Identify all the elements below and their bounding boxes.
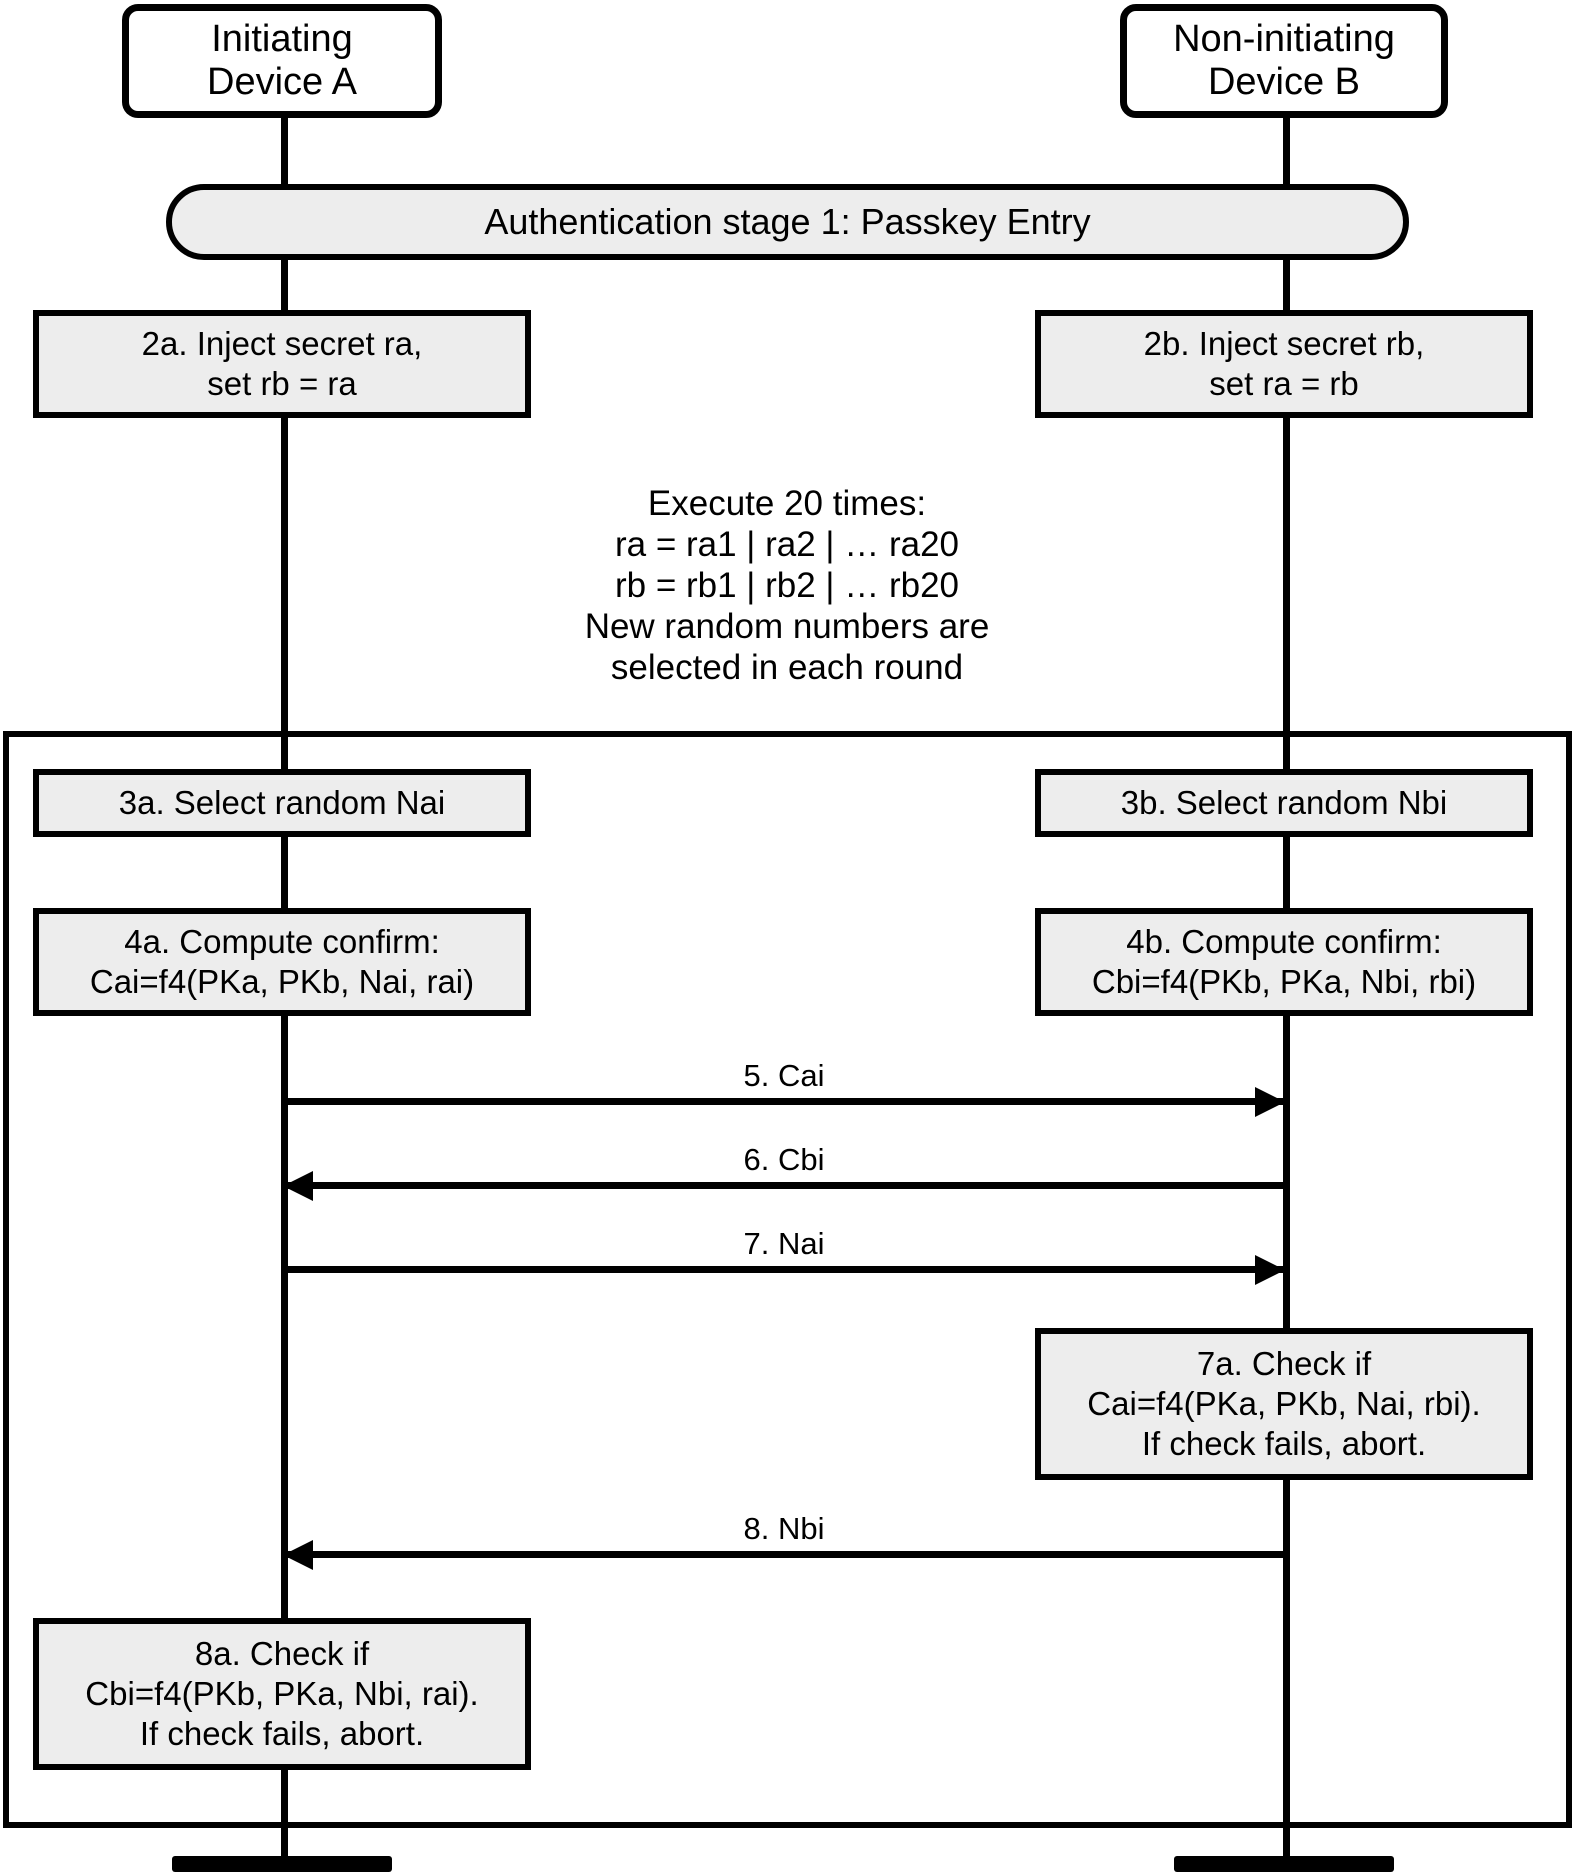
step-4b-compute-confirm-box[interactable]: 4b. Compute confirm: Cbi=f4(PKb, PKa, Nb… — [1035, 908, 1533, 1016]
step-4a-line2: Cai=f4(PKa, PKb, Nai, rai) — [89, 963, 475, 1000]
loop-note-line-5: selected in each round — [610, 647, 964, 687]
message-7-label: 7. Nai — [743, 1226, 825, 1261]
actor-device-a-line1: Initiating — [211, 18, 353, 61]
message-6-cbi[interactable]: 6. Cbi — [283, 1142, 1284, 1201]
actor-header-device-b[interactable]: Non-initiating Device B — [1120, 4, 1448, 118]
step-2b-line2: set ra = rb — [1209, 365, 1359, 402]
message-6-label: 6. Cbi — [743, 1142, 825, 1177]
actor-device-b-line1: Non-initiating — [1173, 18, 1395, 61]
step-4b-line2: Cbi=f4(PKb, PKa, Nbi, rbi) — [1091, 963, 1477, 1000]
step-2a-inject-secret-box[interactable]: 2a. Inject secret ra, set rb = ra — [33, 310, 531, 418]
step-8a-line3: If check fails, abort. — [139, 1715, 425, 1753]
authentication-stage-banner[interactable]: Authentication stage 1: Passkey Entry — [166, 184, 1409, 260]
step-7a-check-box[interactable]: 7a. Check if Cai=f4(PKa, PKb, Nai, rbi).… — [1035, 1328, 1533, 1480]
loop-note-line-1: Execute 20 times: — [647, 484, 927, 523]
message-8-label: 8. Nbi — [743, 1511, 825, 1546]
step-3a-select-random-box[interactable]: 3a. Select random Nai — [33, 769, 531, 837]
terminator-device-a — [172, 1856, 392, 1872]
sequence-diagram-canvas: Initiating Device A Non-initiating Devic… — [0, 0, 1575, 1872]
step-3b-select-random-box[interactable]: 3b. Select random Nbi — [1035, 769, 1533, 837]
message-8-nbi[interactable]: 8. Nbi — [283, 1511, 1284, 1570]
step-3b-line1: 3b. Select random Nbi — [1120, 783, 1448, 821]
message-5-label: 5. Cai — [743, 1058, 825, 1093]
message-5-cai[interactable]: 5. Cai — [284, 1058, 1285, 1117]
step-2b-line1: 2b. Inject secret rb, — [1143, 324, 1425, 362]
authentication-stage-label: Authentication stage 1: Passkey Entry — [484, 201, 1091, 242]
step-2a-line1: 2a. Inject secret ra, — [141, 324, 423, 362]
step-4b-line1: 4b. Compute confirm: — [1126, 922, 1442, 960]
loop-execute-note: Execute 20 times: ra = ra1 | ra2 | … ra2… — [487, 484, 1087, 689]
step-8a-line1: 8a. Check if — [194, 1634, 370, 1672]
step-2a-line2: set rb = ra — [207, 365, 357, 402]
actor-device-b-line2: Device B — [1207, 61, 1361, 103]
step-3a-line1: 3a. Select random Nai — [118, 783, 446, 821]
loop-note-line-3: rb = rb1 | rb2 | … rb20 — [614, 565, 960, 605]
step-4a-compute-confirm-box[interactable]: 4a. Compute confirm: Cai=f4(PKa, PKb, Na… — [33, 908, 531, 1016]
step-8a-check-box[interactable]: 8a. Check if Cbi=f4(PKb, PKa, Nbi, rai).… — [33, 1618, 531, 1770]
step-2b-inject-secret-box[interactable]: 2b. Inject secret rb, set ra = rb — [1035, 310, 1533, 418]
actor-header-device-a[interactable]: Initiating Device A — [122, 4, 442, 118]
message-5-shaft — [284, 1098, 1284, 1105]
step-7a-line1: 7a. Check if — [1196, 1344, 1372, 1382]
terminator-device-b — [1174, 1856, 1394, 1872]
loop-note-line-2: ra = ra1 | ra2 | … ra20 — [614, 524, 960, 564]
message-6-shaft — [284, 1182, 1284, 1189]
step-4a-line1: 4a. Compute confirm: — [124, 922, 440, 960]
step-8a-line2: Cbi=f4(PKb, PKa, Nbi, rai). — [85, 1674, 479, 1712]
message-7-nai[interactable]: 7. Nai — [284, 1226, 1285, 1285]
actor-device-a-line2: Device A — [207, 61, 357, 103]
message-8-shaft — [284, 1551, 1284, 1558]
step-7a-line2: Cai=f4(PKa, PKb, Nai, rbi). — [1087, 1384, 1481, 1422]
step-7a-line3: If check fails, abort. — [1141, 1425, 1427, 1463]
message-7-shaft — [284, 1266, 1284, 1273]
loop-note-line-4: New random numbers are — [584, 606, 990, 646]
